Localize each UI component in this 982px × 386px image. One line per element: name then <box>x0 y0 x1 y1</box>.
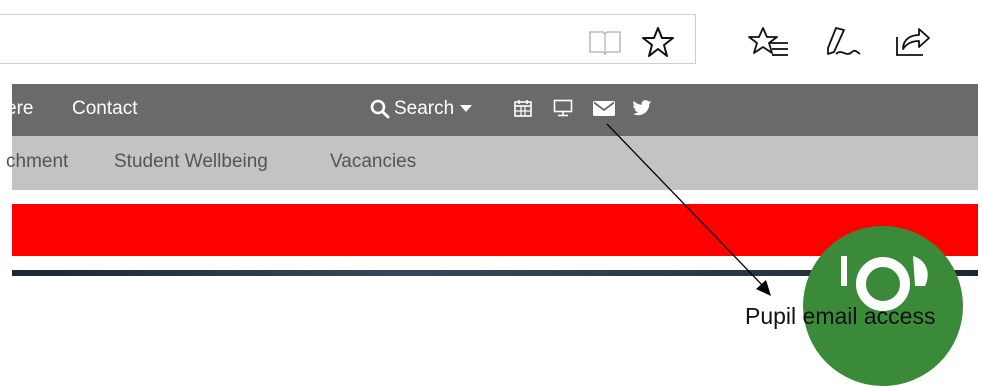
callout-arrow <box>606 123 771 296</box>
callout-label: Pupil email access <box>745 303 936 329</box>
